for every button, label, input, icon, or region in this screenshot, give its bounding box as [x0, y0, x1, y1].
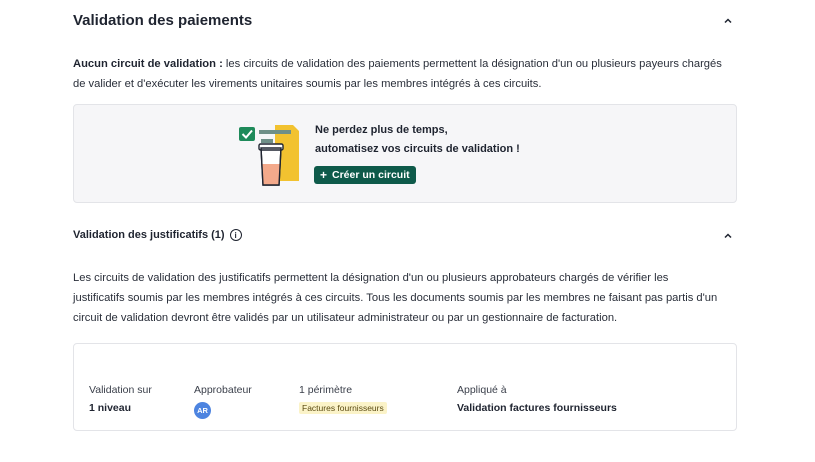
approver-label: Approbateur — [194, 384, 252, 396]
receipts-description-line1: Les circuits de validation des justifica… — [73, 272, 669, 284]
payments-intro-line2: de valider et d'exécuter les virements u… — [73, 78, 542, 90]
receipts-section-title: Validation des justificatifs (1) — [73, 229, 225, 241]
level-label: Validation sur — [89, 384, 152, 396]
promo-line-1: Ne perdez plus de temps, — [315, 124, 448, 136]
collapse-payments-chevron-up-icon[interactable] — [721, 14, 735, 28]
payments-section-title: Validation des paiements — [73, 12, 253, 29]
level-value: 1 niveau — [89, 402, 132, 414]
approver-avatar[interactable]: AR — [194, 402, 211, 419]
create-circuit-button-label: Créer un circuit — [332, 169, 410, 181]
level-column: Validation sur 1 niveau — [89, 384, 152, 414]
perimeter-column: 1 périmètre Factures fournisseurs — [299, 384, 387, 414]
receipts-section-header: Validation des justificatifs (1) i — [73, 229, 242, 241]
promo-line-2: automatisez vos circuits de validation ! — [315, 143, 520, 155]
applied-column: Appliqué à Validation factures fournisse… — [457, 384, 617, 414]
payments-intro-bold: Aucun circuit de validation : — [73, 58, 223, 70]
receipts-description: Les circuits de validation des justifica… — [73, 268, 743, 328]
create-circuit-promo-card: Ne perdez plus de temps, automatisez vos… — [73, 104, 737, 203]
approver-column: Approbateur AR — [194, 384, 252, 419]
receipts-description-line2: justificatifs soumis par les membres int… — [73, 292, 718, 304]
applied-value: Validation factures fournisseurs — [457, 402, 617, 414]
plus-icon: + — [320, 168, 328, 182]
create-circuit-button[interactable]: + Créer un circuit — [314, 166, 416, 184]
receipts-description-line3: circuit de validation devront être valid… — [73, 312, 618, 324]
perimeter-tag: Factures fournisseurs — [299, 402, 387, 414]
promo-message: Ne perdez plus de temps, automatisez vos… — [315, 121, 520, 159]
info-icon[interactable]: i — [229, 229, 242, 241]
applied-label: Appliqué à — [457, 384, 507, 396]
perimeter-label: 1 périmètre — [299, 384, 353, 396]
collapse-receipts-chevron-up-icon[interactable] — [721, 229, 735, 243]
payments-intro-line1: les circuits de validation des paiements… — [222, 58, 722, 70]
validation-circuit-card[interactable]: Validation sur 1 niveau Approbateur AR 1… — [73, 343, 737, 431]
coffee-cup-illustration — [235, 119, 305, 189]
payments-description: Aucun circuit de validation : les circui… — [73, 54, 743, 94]
